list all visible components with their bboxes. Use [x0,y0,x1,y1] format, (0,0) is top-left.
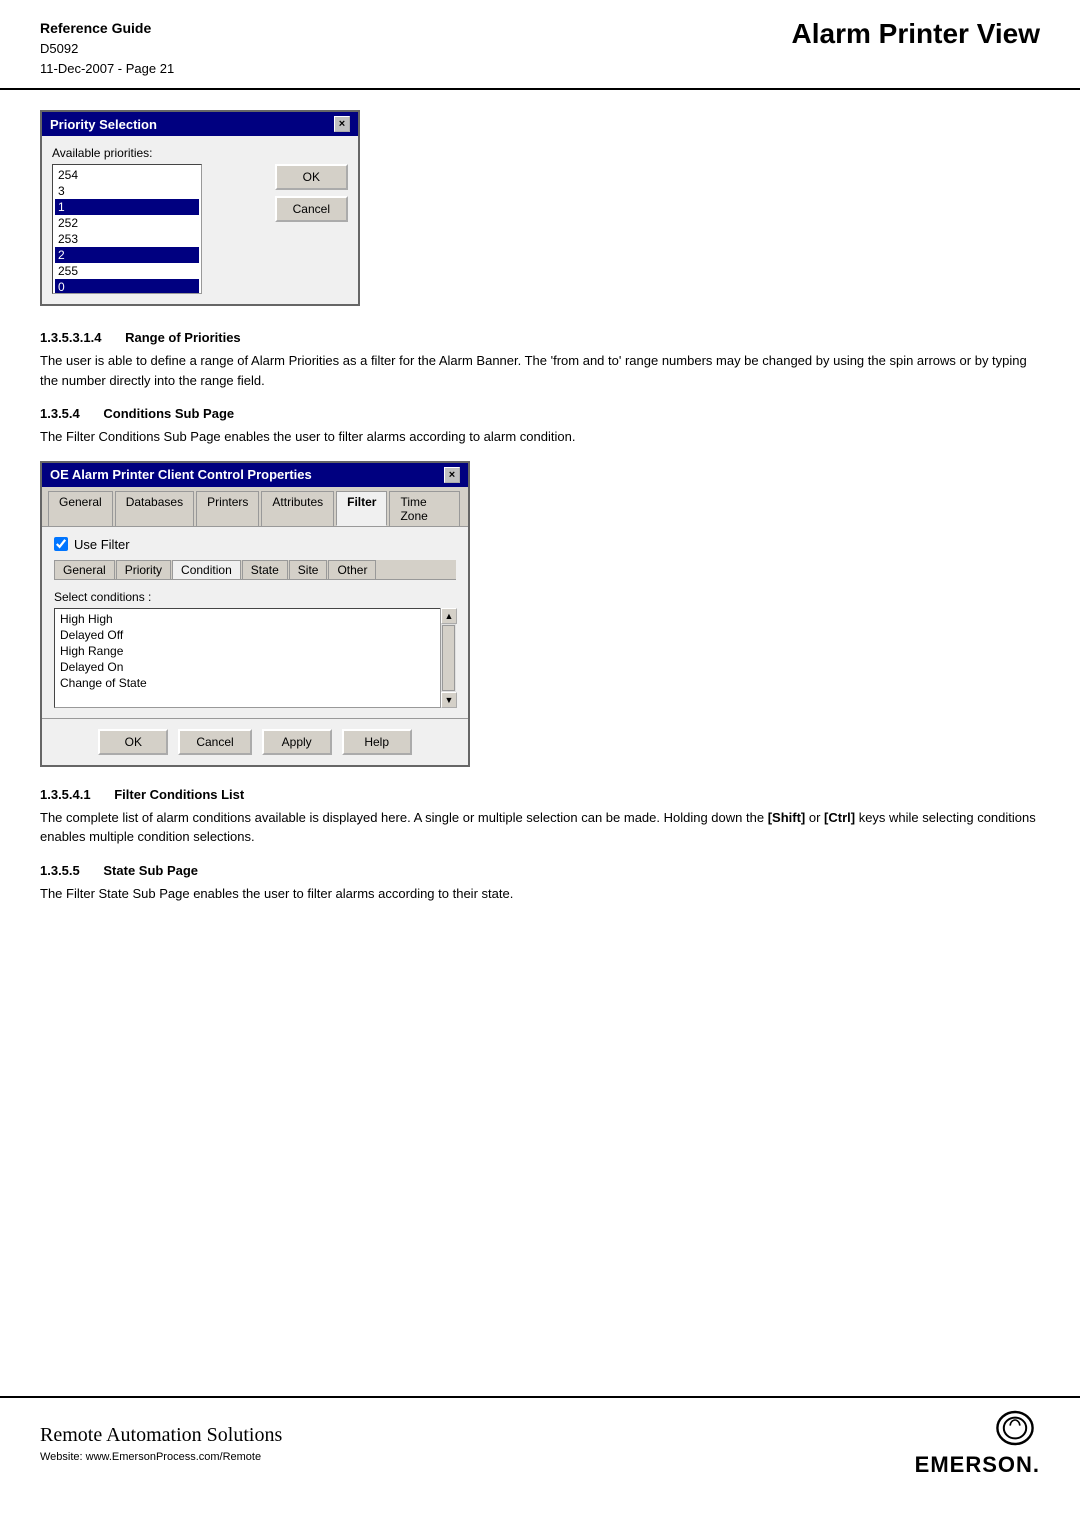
section-1355-title: State Sub Page [103,863,198,878]
priority-list-item[interactable]: 1 [55,199,199,215]
use-filter-checkbox[interactable] [54,537,68,551]
priority-list-item[interactable]: 3 [55,183,199,199]
section-13541-text2: or [805,810,824,825]
section-13541-number: 1.3.5.4.1 [40,787,91,802]
header-left: Reference Guide D5092 11-Dec-2007 - Page… [40,18,174,78]
priority-list-item[interactable]: 0 [55,279,199,294]
oe-sub-tab[interactable]: Site [289,560,328,579]
priority-selection-dialog: Priority Selection × Available prioritie… [40,110,360,306]
oe-main-tab[interactable]: Databases [115,491,194,526]
oe-main-tab[interactable]: Time Zone [389,491,460,526]
priority-dialog-close-button[interactable]: × [334,116,350,132]
website-label: Website: [40,1451,83,1463]
page-footer: Remote Automation Solutions Website: www… [0,1396,1080,1488]
section-1354-text: The user is able to define a range of Al… [40,351,1040,390]
oe-main-tab[interactable]: General [48,491,113,526]
use-filter-row: Use Filter [54,537,456,552]
priority-dialog-right: OK Cancel [275,146,348,294]
priority-dialog-left: Available priorities: 2543125225322550 [52,146,265,294]
oe-dialog-close-button[interactable]: × [444,467,460,483]
page-header: Reference Guide D5092 11-Dec-2007 - Page… [0,0,1080,90]
section-1355-heading: 1.3.5.5 State Sub Page [40,863,1040,878]
footer-website: Website: www.EmersonProcess.com/Remote [40,1451,282,1463]
available-priorities-label: Available priorities: [52,146,265,160]
priority-cancel-button[interactable]: Cancel [275,196,348,222]
oe-dialog-title-bar: OE Alarm Printer Client Control Properti… [42,463,468,487]
oe-dialog-footer: OK Cancel Apply Help [42,718,468,765]
priority-list-item[interactable]: 253 [55,231,199,247]
section-1354-title: Range of Priorities [125,330,241,345]
oe-help-button[interactable]: Help [342,729,412,755]
main-content: Priority Selection × Available prioritie… [0,90,1080,937]
scroll-thumb[interactable] [442,625,455,691]
doc-number: D5092 [40,39,174,59]
condition-list-item[interactable]: Delayed On [57,659,437,675]
doc-date: 11-Dec-2007 - Page 21 [40,59,174,79]
priority-list-item[interactable]: 2 [55,247,199,263]
condition-list-item[interactable]: High High [57,611,437,627]
priority-list-item[interactable]: 255 [55,263,199,279]
emerson-text: EMERSON. [915,1452,1040,1478]
section-135-title: Conditions Sub Page [103,406,234,421]
priority-list-item[interactable]: 252 [55,215,199,231]
oe-main-tabs: GeneralDatabasesPrintersAttributesFilter… [42,487,468,527]
oe-sub-tab[interactable]: Priority [116,560,171,579]
oe-sub-tab[interactable]: State [242,560,288,579]
priority-list-item[interactable]: 254 [55,167,199,183]
condition-list-item[interactable]: High Range [57,643,437,659]
oe-alarm-dialog: OE Alarm Printer Client Control Properti… [40,461,470,767]
priority-dialog-title: Priority Selection [50,117,157,132]
section-1354-number: 1.3.5.3.1.4 [40,330,101,345]
oe-sub-tabs: GeneralPriorityConditionStateSiteOther [54,560,456,580]
section-13541-text1: The complete list of alarm conditions av… [40,810,768,825]
oe-apply-button[interactable]: Apply [262,729,332,755]
section-135-text: The Filter Conditions Sub Page enables t… [40,427,1040,447]
section-13541-bold1: [Shift] [768,810,806,825]
emerson-icon [990,1408,1040,1448]
section-13541-text: The complete list of alarm conditions av… [40,808,1040,847]
oe-sub-tab[interactable]: General [54,560,115,579]
scroll-down-button[interactable]: ▼ [441,692,457,708]
conditions-list[interactable]: High HighDelayed OffHigh RangeDelayed On… [54,608,456,708]
conditions-wrapper: High HighDelayed OffHigh RangeDelayed On… [54,608,456,708]
oe-dialog-title: OE Alarm Printer Client Control Properti… [50,467,312,482]
section-135-number: 1.3.5.4 [40,406,80,421]
section-13541-bold2: [Ctrl] [824,810,855,825]
use-filter-label: Use Filter [74,537,130,552]
page-title: Alarm Printer View [792,18,1040,50]
brand-name: Remote Automation Solutions [40,1424,282,1447]
oe-ok-button[interactable]: OK [98,729,168,755]
section-1355-text: The Filter State Sub Page enables the us… [40,884,1040,904]
footer-left: Remote Automation Solutions Website: www… [40,1424,282,1463]
section-1355-number: 1.3.5.5 [40,863,80,878]
section-13541-heading: 1.3.5.4.1 Filter Conditions List [40,787,1040,802]
priority-ok-button[interactable]: OK [275,164,348,190]
doc-type: Reference Guide [40,18,174,39]
priority-list[interactable]: 2543125225322550 [52,164,202,294]
condition-list-item[interactable]: Change of State [57,675,437,691]
oe-main-tab[interactable]: Attributes [261,491,334,526]
priority-dialog-title-bar: Priority Selection × [42,112,358,136]
section-1354-heading: 1.3.5.3.1.4 Range of Priorities [40,330,1040,345]
select-conditions-label: Select conditions : [54,590,456,604]
section-135-heading: 1.3.5.4 Conditions Sub Page [40,406,1040,421]
oe-main-tab[interactable]: Printers [196,491,259,526]
condition-list-item[interactable]: Delayed Off [57,627,437,643]
oe-cancel-button[interactable]: Cancel [178,729,251,755]
oe-main-tab[interactable]: Filter [336,491,387,526]
scroll-up-button[interactable]: ▲ [441,608,457,624]
oe-sub-tab[interactable]: Condition [172,560,241,579]
priority-dialog-body: Available priorities: 2543125225322550 O… [42,136,358,304]
scrollbar-track: ▲ ▼ [440,608,456,708]
website-url: www.EmersonProcess.com/Remote [86,1451,261,1463]
oe-dialog-content: Use Filter GeneralPriorityConditionState… [42,527,468,718]
oe-sub-tab[interactable]: Other [328,560,376,579]
section-13541-title: Filter Conditions List [114,787,244,802]
emerson-logo: EMERSON. [915,1408,1040,1478]
